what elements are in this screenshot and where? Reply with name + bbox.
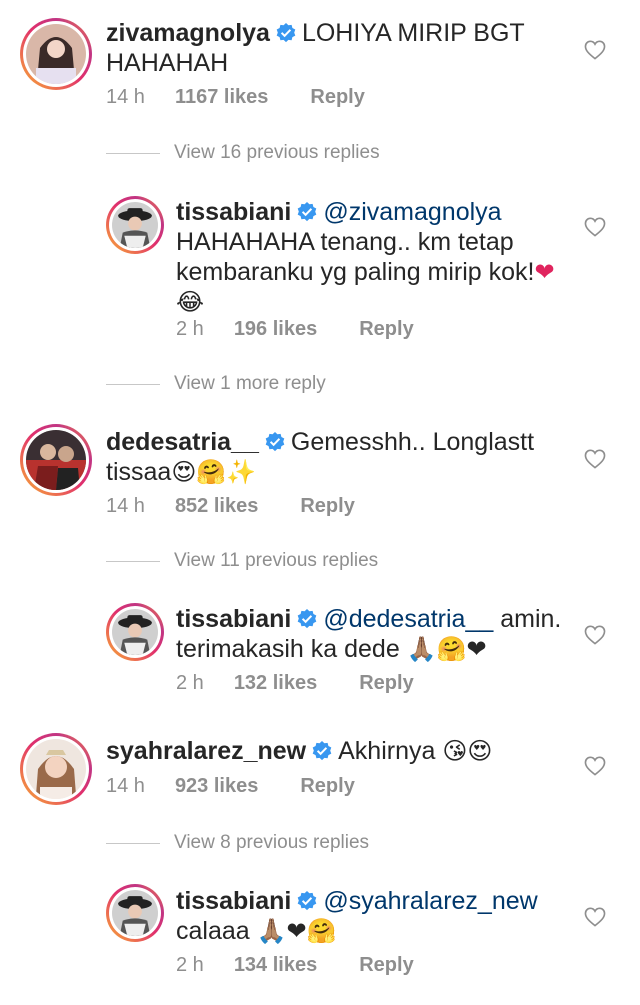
likes-count[interactable]: 923 likes — [175, 775, 258, 798]
comment-meta: 2 h 132 likes Reply — [176, 672, 414, 695]
reply-button[interactable]: Reply — [310, 86, 364, 109]
heart-outline-icon[interactable] — [584, 40, 606, 60]
comment-body: LOHIYA MIRIP BGT — [301, 19, 525, 47]
avatar[interactable] — [106, 603, 164, 661]
avatar[interactable] — [20, 18, 92, 90]
view-more-replies[interactable]: View 1 more reply — [106, 373, 326, 395]
divider-line — [106, 560, 160, 562]
avatar-photo — [26, 24, 86, 84]
view-replies-label[interactable]: View 16 previous replies — [174, 142, 380, 164]
reply-button[interactable]: Reply — [359, 318, 413, 341]
view-replies-label[interactable]: View 8 previous replies — [174, 832, 369, 854]
likes-count[interactable]: 134 likes — [234, 954, 317, 977]
avatar-ring — [23, 736, 89, 802]
avatar[interactable] — [106, 196, 164, 254]
view-replies-label[interactable]: View 11 previous replies — [174, 550, 378, 572]
username[interactable]: zivamagnolya — [106, 19, 270, 47]
comment-body-line2: kembaranku yg paling mirip kok! — [176, 258, 535, 286]
comment-meta: 2 h 134 likes Reply — [176, 954, 414, 977]
avatar-ring — [109, 606, 161, 658]
comment-meta: 14 h 852 likes Reply — [106, 495, 355, 518]
username[interactable]: tissabiani — [176, 605, 291, 633]
verified-badge-icon — [298, 609, 317, 629]
heart-outline-icon[interactable] — [584, 625, 606, 645]
verified-badge-icon — [312, 741, 332, 761]
timestamp: 2 h — [176, 954, 204, 976]
emoji-group: 🙏🏽🤗❤ — [406, 635, 487, 663]
username[interactable]: dedesatria__ — [106, 428, 259, 456]
verified-badge-icon — [298, 891, 317, 911]
timestamp: 14 h — [106, 495, 145, 517]
view-previous-replies[interactable]: View 11 previous replies — [106, 550, 378, 572]
comment-body-line2: terimakasih ka dede — [176, 635, 400, 663]
timestamp: 14 h — [106, 86, 145, 108]
comment-meta: 14 h 923 likes Reply — [106, 775, 355, 798]
emoji-group: 😍🤗✨ — [171, 458, 257, 486]
reply-button[interactable]: Reply — [300, 775, 354, 798]
likes-count[interactable]: 132 likes — [234, 672, 317, 695]
likes-count[interactable]: 196 likes — [234, 318, 317, 341]
comment-text: tissabiani @syahralarez_new calaaa 🙏🏽❤🤗 — [176, 886, 576, 946]
avatar-ring — [23, 427, 89, 493]
comment-body: HAHAHAHA tenang.. km tetap — [176, 228, 514, 256]
verified-badge-icon — [276, 23, 296, 43]
view-replies-label[interactable]: View 1 more reply — [174, 373, 326, 395]
avatar-photo — [112, 609, 158, 655]
timestamp: 2 h — [176, 672, 204, 694]
username[interactable]: syahralarez_new — [106, 737, 306, 765]
comment-meta: 2 h 196 likes Reply — [176, 318, 414, 341]
red-heart-emoji: ❤ — [534, 258, 555, 286]
comment-body-line2: tissaa — [106, 458, 172, 486]
comment-body: calaaa — [176, 917, 250, 945]
divider-line — [106, 152, 160, 154]
emoji-group: 😘😍 — [442, 737, 493, 765]
heart-outline-icon[interactable] — [584, 449, 606, 469]
comment-body: amin. — [493, 605, 562, 633]
username[interactable]: tissabiani — [176, 887, 291, 915]
view-previous-replies[interactable]: View 8 previous replies — [106, 832, 369, 854]
mention-link[interactable]: @dedesatria__ — [323, 605, 493, 633]
reply-button[interactable]: Reply — [359, 954, 413, 977]
comment-body: Gemesshh.. Longlastt — [290, 428, 535, 456]
avatar-photo — [26, 430, 86, 490]
avatar[interactable] — [20, 733, 92, 805]
avatar-ring — [109, 887, 161, 939]
mention-link[interactable]: @zivamagnolya — [323, 198, 501, 226]
comment-text: syahralarez_new Akhirnya 😘😍 — [106, 736, 566, 766]
heart-outline-icon[interactable] — [584, 907, 606, 927]
comment-body: Akhirnya — [338, 737, 436, 765]
heart-outline-icon[interactable] — [584, 217, 606, 237]
comment-text: tissabiani @zivamagnolya HAHAHAHA tenang.… — [176, 197, 576, 317]
reply-button[interactable]: Reply — [300, 495, 354, 518]
avatar[interactable] — [106, 884, 164, 942]
verified-badge-icon — [265, 432, 285, 452]
username[interactable]: tissabiani — [176, 198, 291, 226]
avatar-ring — [23, 21, 89, 87]
verified-badge-icon — [298, 202, 317, 222]
divider-line — [106, 383, 160, 385]
reply-button[interactable]: Reply — [359, 672, 413, 695]
avatar[interactable] — [20, 424, 92, 496]
comment-body-line2: HAHAHAH — [106, 49, 229, 77]
laughing-emoji: 😂 — [176, 288, 205, 316]
likes-count[interactable]: 1167 likes — [175, 86, 268, 109]
mention-link[interactable]: @syahralarez_new — [323, 887, 537, 915]
avatar-photo — [112, 890, 158, 936]
view-previous-replies[interactable]: View 16 previous replies — [106, 142, 380, 164]
avatar-photo — [26, 739, 86, 799]
heart-outline-icon[interactable] — [584, 756, 606, 776]
comment-text: tissabiani @dedesatria__ amin. terimakasi… — [176, 604, 576, 664]
emoji-group: 🙏🏽❤🤗 — [256, 917, 337, 945]
comment-meta: 14 h 1167 likes Reply — [106, 86, 365, 109]
comment-text: zivamagnolya LOHIYA MIRIP BGT HAHAHAH — [106, 18, 566, 78]
avatar-photo — [112, 202, 158, 248]
timestamp: 14 h — [106, 775, 145, 797]
comment-text: dedesatria__ Gemesshh.. Longlastt tissaa😍… — [106, 427, 566, 487]
divider-line — [106, 842, 160, 844]
avatar-ring — [109, 199, 161, 251]
timestamp: 2 h — [176, 318, 204, 340]
likes-count[interactable]: 852 likes — [175, 495, 258, 518]
